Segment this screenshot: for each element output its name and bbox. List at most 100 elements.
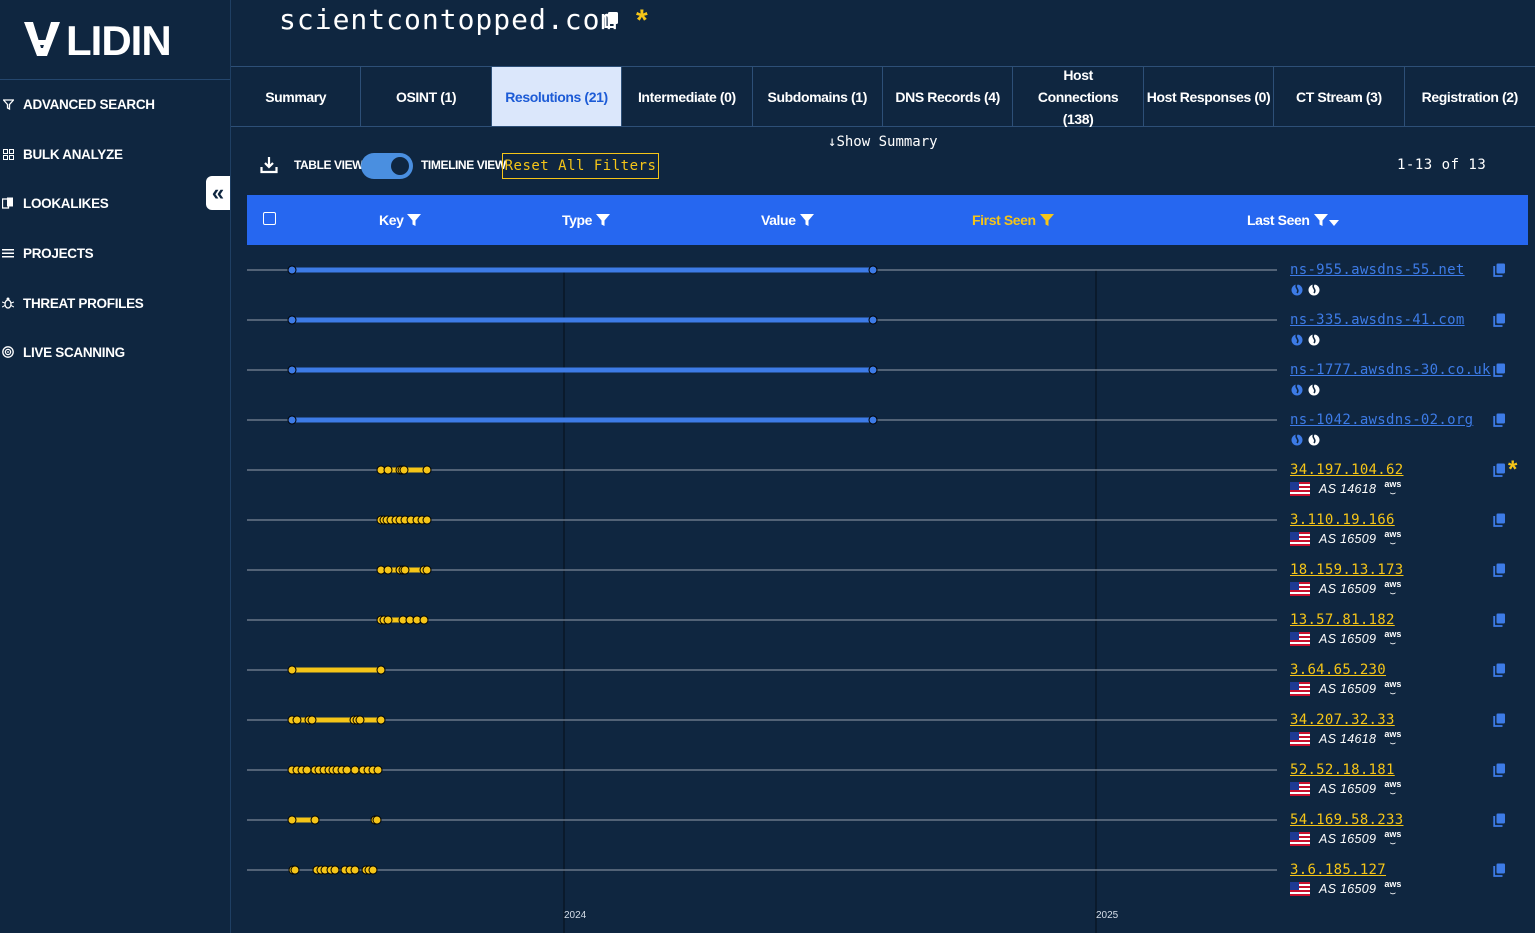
column-label: Last Seen — [1247, 212, 1310, 228]
bug-icon — [1, 296, 15, 310]
white-flame-icon[interactable] — [1307, 282, 1321, 296]
timeline-dot — [383, 465, 393, 475]
white-flame-icon[interactable] — [1307, 332, 1321, 346]
blue-flame-icon[interactable] — [1290, 432, 1304, 446]
tab-dns-records[interactable]: DNS Records (4) — [883, 67, 1014, 126]
nameserver-link[interactable]: ns-1777.awsdns-30.co.uk — [1290, 362, 1491, 378]
timeline-dot — [287, 665, 297, 675]
tab-summary[interactable]: Summary — [231, 67, 362, 126]
copy-icon[interactable] — [1493, 513, 1506, 532]
validin-logo[interactable]: LIDIN — [22, 16, 182, 60]
show-summary-button[interactable]: ↓Show Summary — [828, 134, 938, 150]
ip-link[interactable]: 34.197.104.62 — [1290, 462, 1403, 478]
white-flame-icon[interactable] — [1307, 382, 1321, 396]
tab-host-responses[interactable]: Host Responses (0) — [1144, 67, 1275, 126]
sidebar-item-bulk-analyze[interactable]: BULK ANALYZE — [0, 142, 123, 166]
asn-label[interactable]: AS 16509 — [1319, 782, 1376, 796]
asn-label[interactable]: AS 16509 — [1319, 532, 1376, 546]
asn-label[interactable]: AS 14618 — [1319, 732, 1376, 746]
filter-icon[interactable] — [1313, 213, 1328, 227]
tab-resolutions[interactable]: Resolutions (21) — [491, 67, 623, 126]
blue-flame-icon[interactable] — [1290, 382, 1304, 396]
aws-smile-icon: ⌣ — [1389, 688, 1396, 698]
aws-logo: aws ⌣ — [1384, 580, 1401, 598]
sidebar-item-lookalikes[interactable]: LOOKALIKES — [0, 191, 109, 215]
star-icon[interactable]: * — [636, 4, 648, 38]
reset-filters-button[interactable]: Reset All Filters — [502, 153, 659, 179]
copy-icon[interactable] — [1493, 413, 1506, 432]
tab-intermediate[interactable]: Intermediate (0) — [622, 67, 753, 126]
copy-icon[interactable] — [1493, 713, 1506, 732]
list-item: 34.207.32.33 AS 14618 aws ⌣ — [1289, 712, 1529, 762]
view-toggle[interactable] — [361, 153, 413, 179]
sidebar-item-live-scanning[interactable]: LIVE SCANNING — [0, 340, 125, 364]
copy-icon[interactable] — [1493, 763, 1506, 782]
column-last-seen[interactable]: Last Seen — [1247, 195, 1339, 245]
copy-icon[interactable] — [604, 11, 620, 29]
timeline-dot — [350, 865, 360, 875]
aws-logo: aws ⌣ — [1384, 480, 1401, 498]
select-all-checkbox[interactable] — [263, 212, 276, 225]
asn-label[interactable]: AS 16509 — [1319, 582, 1376, 596]
ip-link[interactable]: 34.207.32.33 — [1290, 712, 1395, 728]
column-first-seen[interactable]: First Seen — [972, 195, 1054, 245]
aws-logo: aws ⌣ — [1384, 730, 1401, 748]
star-icon[interactable]: * — [1508, 456, 1517, 484]
copy-icon[interactable] — [1493, 263, 1506, 282]
copy-icon[interactable] — [1493, 613, 1506, 632]
tab-subdomains[interactable]: Subdomains (1) — [753, 67, 883, 126]
filter-icon[interactable] — [596, 213, 611, 227]
copy-icon[interactable] — [1493, 463, 1506, 482]
nameserver-link[interactable]: ns-1042.awsdns-02.org — [1290, 412, 1473, 428]
aws-smile-icon: ⌣ — [1389, 638, 1396, 648]
ip-link[interactable]: 18.159.13.173 — [1290, 562, 1403, 578]
blue-flame-icon[interactable] — [1290, 282, 1304, 296]
ip-link[interactable]: 54.169.58.233 — [1290, 812, 1403, 828]
ip-link[interactable]: 13.57.81.182 — [1290, 612, 1395, 628]
copy-icon[interactable] — [1493, 363, 1506, 382]
sidebar-item-projects[interactable]: PROJECTS — [0, 241, 94, 265]
value-meta: AS 16509 aws ⌣ — [1290, 580, 1401, 598]
tab-host-connections[interactable]: Host Connections (138) — [1013, 67, 1144, 127]
asn-label[interactable]: AS 16509 — [1319, 882, 1376, 896]
sidebar-item-advanced-search[interactable]: ADVANCED SEARCH — [0, 92, 155, 116]
us-flag-icon — [1290, 732, 1319, 746]
filter-icon[interactable] — [799, 213, 814, 227]
filter-icon[interactable] — [407, 213, 422, 227]
white-flame-icon[interactable] — [1307, 432, 1321, 446]
collapse-sidebar-button[interactable]: « — [206, 176, 230, 210]
download-icon[interactable] — [260, 156, 278, 174]
asn-label[interactable]: AS 16509 — [1319, 632, 1376, 646]
copy-icon[interactable] — [1493, 313, 1506, 332]
sort-desc-icon[interactable] — [1328, 219, 1339, 227]
timeline-dot — [383, 565, 393, 575]
timeline-dot — [287, 315, 297, 325]
value-meta: AS 14618 aws ⌣ — [1290, 730, 1401, 748]
value-meta — [1290, 380, 1321, 398]
blue-flame-icon[interactable] — [1290, 332, 1304, 346]
tab-registration[interactable]: Registration (2) — [1405, 67, 1535, 126]
aws-logo: aws ⌣ — [1384, 530, 1401, 548]
timeline-view-label: TIMELINE VIEW — [421, 158, 506, 172]
nameserver-link[interactable]: ns-955.awsdns-55.net — [1290, 262, 1465, 278]
ip-link[interactable]: 3.64.65.230 — [1290, 662, 1386, 678]
asn-label[interactable]: AS 16509 — [1319, 682, 1376, 696]
copy-icon[interactable] — [1493, 663, 1506, 682]
nameserver-link[interactable]: ns-335.awsdns-41.com — [1290, 312, 1465, 328]
copy-icon[interactable] — [1493, 813, 1506, 832]
copy-icon[interactable] — [1493, 863, 1506, 882]
tab-ct-stream[interactable]: CT Stream (3) — [1274, 67, 1405, 126]
list-item: 13.57.81.182 AS 16509 aws ⌣ — [1289, 612, 1529, 662]
ip-link[interactable]: 3.110.19.166 — [1290, 512, 1395, 528]
copy-icon[interactable] — [1493, 563, 1506, 582]
column-type[interactable]: Type — [562, 195, 611, 245]
column-key[interactable]: Key — [379, 195, 422, 245]
asn-label[interactable]: AS 14618 — [1319, 482, 1376, 496]
ip-link[interactable]: 52.52.18.181 — [1290, 762, 1395, 778]
filter-active-icon[interactable] — [1039, 213, 1054, 227]
column-value[interactable]: Value — [761, 195, 814, 245]
sidebar-item-threat-profiles[interactable]: THREAT PROFILES — [0, 291, 144, 315]
ip-link[interactable]: 3.6.185.127 — [1290, 862, 1386, 878]
tab-osint[interactable]: OSINT (1) — [361, 67, 492, 126]
asn-label[interactable]: AS 16509 — [1319, 832, 1376, 846]
